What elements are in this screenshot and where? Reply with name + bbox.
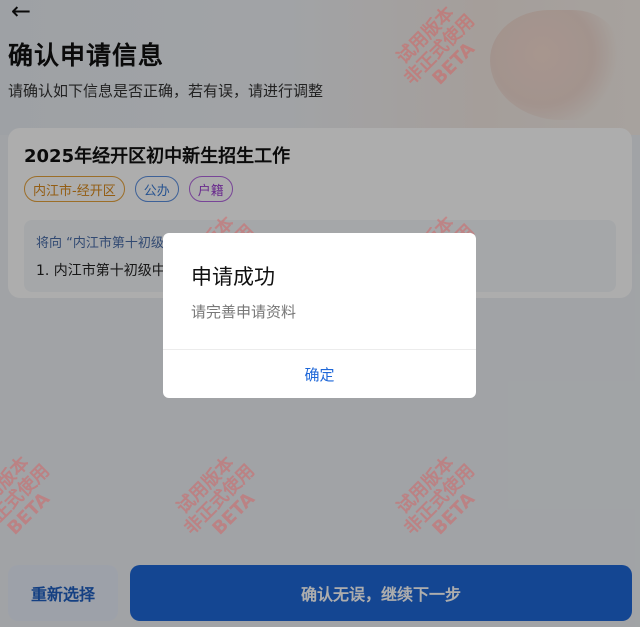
dialog-ok-button[interactable]: 确定 <box>163 350 476 398</box>
success-dialog: 申请成功 请完善申请资料 确定 <box>163 233 476 398</box>
dialog-title: 申请成功 <box>191 265 275 289</box>
dialog-message: 请完善申请资料 <box>191 303 297 321</box>
